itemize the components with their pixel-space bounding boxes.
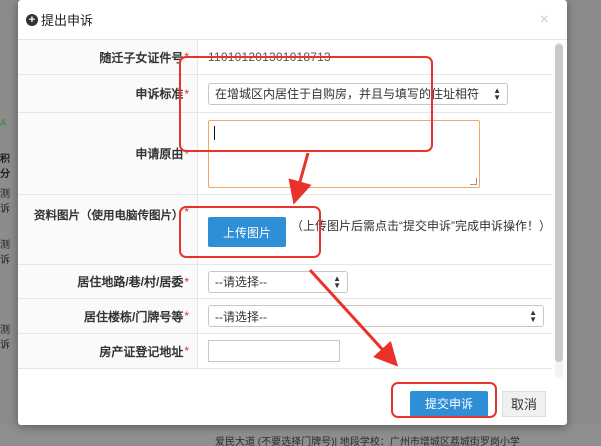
scrollbar-thumb[interactable]: [555, 44, 563, 362]
bg-school-info: 爱民大道 (不要选择门牌号)| 地段学校：广州市增城区荔城街罗岗小学: [0, 425, 601, 446]
select-arrows-icon: ▲ ▼: [529, 308, 537, 324]
label-appeal-standard: 申诉标准 *: [18, 75, 198, 112]
cancel-button[interactable]: 取消: [502, 390, 546, 417]
plus-circle-icon: +: [26, 13, 38, 26]
bg-glimpse-1: 测诉: [0, 189, 10, 215]
close-icon[interactable]: ×: [540, 12, 549, 28]
appeal-reason-textarea[interactable]: [208, 119, 480, 188]
dialog-scrollbar[interactable]: [555, 42, 563, 378]
row-property-address: 房产证登记地址 *: [18, 334, 552, 369]
row-photos: 资料图片（使用电脑传图片） * 上传图片 （上传图片后需点击“提交申诉”完成申诉操…: [18, 195, 552, 265]
resize-grip-icon[interactable]: [470, 177, 477, 185]
label-photos: 资料图片（使用电脑传图片） *: [18, 195, 198, 264]
row-appeal-standard: 申诉标准 * 在增城区内居住于自购房，并且与填写的住址相符 ▲ ▼: [18, 75, 552, 113]
appeal-standard-select[interactable]: 在增城区内居住于自购房，并且与填写的住址相符 ▲ ▼: [208, 82, 508, 105]
bg-glimpse-2: 测诉: [0, 240, 10, 266]
upload-photo-button[interactable]: 上传图片: [208, 217, 286, 247]
row-residence-building: 居住楼栋/门牌号等 * --请选择-- ▲ ▼: [18, 299, 552, 334]
submit-appeal-button[interactable]: 提交申诉: [410, 390, 488, 417]
dialog-header: + 提出申诉: [18, 0, 567, 40]
label-residence-road: 居住地路/巷/村/居委 *: [18, 265, 198, 298]
dialog-title: + 提出申诉: [26, 10, 93, 29]
row-residence-road: 居住地路/巷/村/居委 * --请选择-- ▲ ▼: [18, 265, 552, 299]
label-appeal-reason: 申请原由 *: [18, 113, 198, 194]
label-residence-building: 居住楼栋/门牌号等 *: [18, 299, 198, 333]
bg-glimpse-3: 测诉: [0, 325, 10, 351]
child-id-value: 110101201301018713: [208, 50, 331, 64]
property-address-input[interactable]: [208, 340, 340, 362]
upload-hint: （上传图片后需点击“提交申诉”完成申诉操作！）: [291, 219, 551, 233]
appeal-dialog: + 提出申诉 × 随迁子女证件号 * 110101201301018713 申诉标…: [18, 0, 567, 425]
bg-glimpse-score: 积分: [0, 154, 10, 180]
dialog-footer: 提交申诉 取消: [18, 382, 552, 425]
bg-glimpse-a: A: [0, 118, 7, 129]
label-child-id: 随迁子女证件号 *: [18, 40, 198, 74]
residence-building-select[interactable]: --请选择-- ▲ ▼: [208, 305, 544, 327]
appeal-form: 随迁子女证件号 * 110101201301018713 申诉标准 * 在增城区内居…: [18, 40, 552, 369]
select-arrows-icon: ▲ ▼: [333, 273, 341, 290]
row-appeal-reason: 申请原由 *: [18, 113, 552, 195]
residence-road-select[interactable]: --请选择-- ▲ ▼: [208, 270, 348, 293]
row-child-id: 随迁子女证件号 * 110101201301018713: [18, 40, 552, 75]
label-property-address: 房产证登记地址 *: [18, 334, 198, 368]
select-arrows-icon: ▲ ▼: [493, 85, 501, 102]
text-caret: [214, 125, 215, 140]
dialog-title-text: 提出申诉: [41, 13, 94, 28]
